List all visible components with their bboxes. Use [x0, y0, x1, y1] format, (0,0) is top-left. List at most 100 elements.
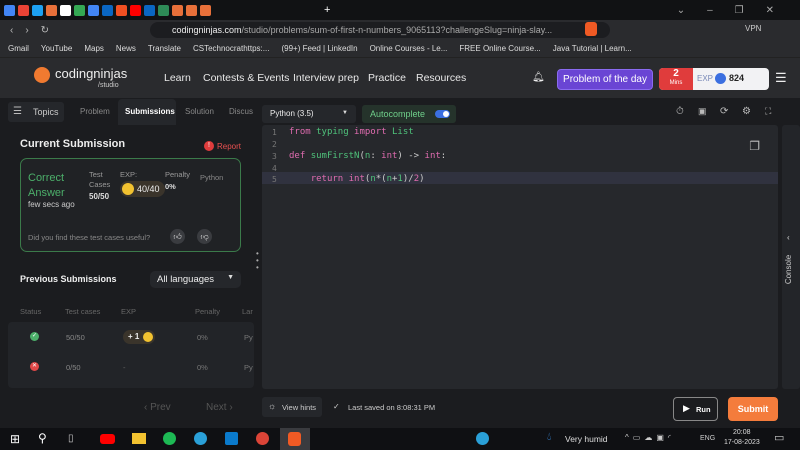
autocomplete-toggle[interactable]: Autocomplete: [362, 105, 456, 123]
system-tray-icons[interactable]: ^▭☁▣◜: [625, 433, 675, 442]
bookmark[interactable]: Translate: [148, 44, 181, 53]
bookmark[interactable]: Gmail: [8, 44, 29, 53]
bookmark[interactable]: Online Courses - Le...: [370, 44, 448, 53]
row-lang: Py: [244, 363, 253, 372]
nav-resources[interactable]: Resources: [416, 72, 466, 84]
task-view-icon[interactable]: ▯: [68, 433, 74, 444]
brave-taskbar-button[interactable]: [280, 428, 310, 450]
table-row[interactable]: ✓ 50/50 + 1 0% Py: [8, 326, 254, 350]
bookmark[interactable]: News: [116, 44, 136, 53]
tab-icon[interactable]: [200, 4, 211, 16]
submit-button[interactable]: Submit: [728, 397, 778, 421]
code-line: def sumFirstN(n: int) -> int:: [289, 151, 447, 161]
nav-learn[interactable]: Learn: [164, 72, 191, 84]
table-row[interactable]: ✕ 0/50 - 0% Py: [8, 356, 254, 380]
col-status: Status: [20, 307, 42, 316]
tab-problem[interactable]: Problem: [80, 107, 110, 116]
spotify-icon[interactable]: [163, 432, 176, 445]
streak-number: 2: [673, 68, 679, 79]
nav-practice[interactable]: Practice: [368, 72, 406, 84]
bookmark[interactable]: YouTube: [41, 44, 72, 53]
bell-icon[interactable]: 🔔︎: [532, 72, 545, 83]
vscode-icon[interactable]: [225, 432, 238, 445]
line-number: 5: [272, 175, 277, 184]
nav-buttons-icon[interactable]: ‹›↻: [10, 25, 61, 36]
tab-icon[interactable]: [172, 4, 183, 16]
resize-handle[interactable]: • • •: [256, 250, 259, 272]
timer-icon[interactable]: ⏱︎: [676, 106, 684, 117]
clock-time[interactable]: 20:08: [733, 429, 751, 436]
window-controls-icon[interactable]: ⌄–❐✕: [677, 5, 800, 16]
tab-icon[interactable]: [144, 4, 155, 16]
tab-icon[interactable]: [130, 4, 141, 16]
tab-icon[interactable]: [18, 4, 29, 16]
tab-icon[interactable]: [60, 4, 71, 16]
file-explorer-icon[interactable]: [132, 433, 146, 444]
nav-contests[interactable]: Contests & Events: [203, 72, 289, 84]
brave-shield-icon[interactable]: [585, 22, 597, 36]
url-input[interactable]: codingninjas.com/studio/problems/sum-of-…: [150, 22, 610, 38]
view-hints-button[interactable]: ☼ View hints: [262, 397, 322, 417]
code-editor[interactable]: 1 2 3 4 5 from typing import List def su…: [262, 125, 778, 389]
tab-discuss[interactable]: Discus: [229, 107, 255, 116]
tab-icon[interactable]: [74, 4, 85, 16]
report-button[interactable]: Report: [217, 142, 241, 151]
tab-icon[interactable]: [46, 4, 57, 16]
thumbs-up-button[interactable]: 👍︎: [170, 229, 185, 244]
new-tab-icon[interactable]: +: [324, 4, 330, 16]
settings-icon[interactable]: ⚙︎: [742, 106, 751, 117]
thumbs-down-button[interactable]: 👎︎: [197, 229, 212, 244]
menu-icon[interactable]: ☰: [775, 70, 787, 86]
topics-button[interactable]: ☰ Topics: [8, 102, 64, 122]
bookmark[interactable]: Java Tutorial | Learn...: [553, 44, 632, 53]
youtube-icon[interactable]: [100, 434, 115, 444]
help-icon[interactable]: [476, 432, 489, 445]
prev-page-button[interactable]: ‹ Prev: [144, 402, 171, 413]
exp-streak-widget[interactable]: 2 Mins EXP 824: [659, 68, 769, 90]
search-icon[interactable]: ⚲: [38, 431, 47, 445]
submission-time: few secs ago: [28, 200, 75, 209]
play-icon: ▶: [683, 403, 690, 413]
clock-date[interactable]: 17-08-2023: [724, 439, 760, 446]
bookmarks-bar: Gmail YouTube Maps News Translate CSTech…: [0, 40, 800, 58]
weather-text[interactable]: Very humid: [565, 434, 608, 444]
bookmark[interactable]: Maps: [84, 44, 104, 53]
tab-submissions[interactable]: Submissions: [125, 107, 175, 116]
next-page-button[interactable]: Next ›: [206, 402, 233, 413]
tab-icon[interactable]: [158, 4, 169, 16]
save-icon[interactable]: ▣: [698, 106, 707, 117]
tab-solution[interactable]: Solution: [185, 107, 214, 116]
row-tests: 0/50: [66, 363, 81, 372]
browser-tab-strip[interactable]: + ⌄–❐✕: [0, 0, 800, 20]
edge-icon[interactable]: [194, 432, 207, 445]
bookmark[interactable]: FREE Online Course...: [459, 44, 540, 53]
fullscreen-icon[interactable]: ⛶: [765, 106, 771, 117]
tab-icon[interactable]: [4, 4, 15, 16]
logo-text[interactable]: codingninjas: [55, 66, 127, 81]
nav-interview-prep[interactable]: Interview prep: [293, 72, 359, 84]
reset-icon[interactable]: ⟳: [720, 106, 728, 117]
problem-of-the-day-button[interactable]: Problem of the day: [557, 69, 653, 90]
url-host: codingninjas.com: [172, 25, 242, 35]
run-button[interactable]: ▶ Run: [673, 397, 718, 421]
language-filter-dropdown[interactable]: All languages ▼: [150, 271, 241, 288]
input-language[interactable]: ENG: [700, 435, 715, 442]
vpn-button[interactable]: VPN: [745, 24, 761, 33]
tab-icon[interactable]: [32, 4, 43, 16]
bookmark[interactable]: CSTechnocrathttps:...: [193, 44, 269, 53]
chevron-down-icon: ▼: [342, 110, 348, 116]
tab-icon[interactable]: [102, 4, 113, 16]
logo-icon[interactable]: [34, 67, 50, 83]
notifications-icon[interactable]: ▭: [774, 431, 784, 444]
fail-icon: ✕: [30, 362, 39, 371]
tab-icon[interactable]: [116, 4, 127, 16]
windows-start-icon[interactable]: ⊞: [10, 432, 20, 446]
chrome-icon[interactable]: [256, 432, 269, 445]
language-dropdown[interactable]: Python (3.5) ▼: [262, 105, 356, 123]
test-cases-label: Test Cases: [89, 170, 111, 189]
console-panel-toggle[interactable]: ‹ Console: [782, 125, 800, 389]
copy-icon[interactable]: ❐: [749, 139, 760, 153]
tab-icon[interactable]: [186, 4, 197, 16]
bookmark[interactable]: (99+) Feed | LinkedIn: [281, 44, 357, 53]
tab-icon[interactable]: [88, 4, 99, 16]
